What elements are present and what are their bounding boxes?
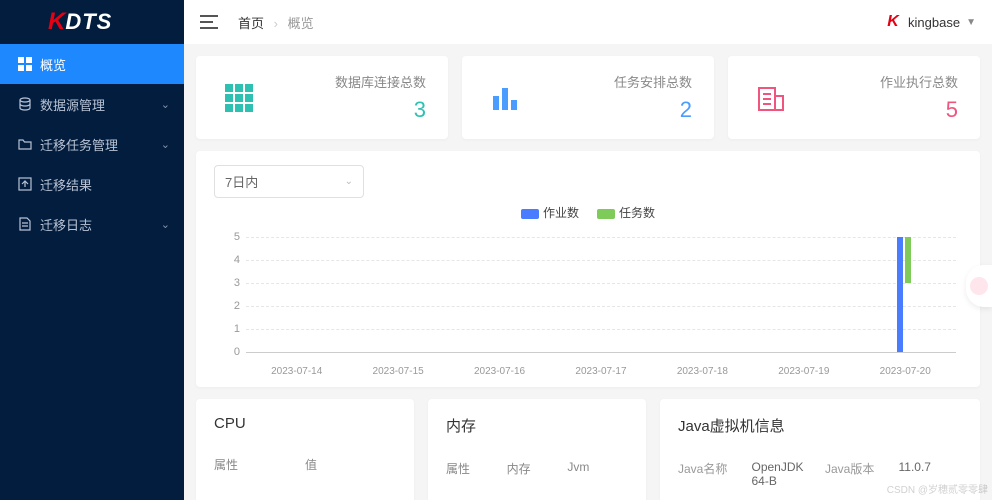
stat-value: 5 — [880, 97, 958, 123]
main: 首页 › 概览 K kingbase ▼ 数据库连接总数 3 — [184, 0, 992, 500]
y-tick-label: 3 — [228, 277, 240, 289]
side-fab[interactable] — [966, 265, 992, 307]
grid-line — [246, 260, 956, 261]
memory-card: 内存 属性 内存 Jvm — [428, 399, 646, 500]
sidebar-item-overview[interactable]: 概览 — [0, 44, 184, 84]
user-menu[interactable]: K kingbase ▼ — [884, 13, 976, 31]
card-title: CPU — [214, 415, 396, 432]
select-value: 7日内 — [225, 172, 258, 191]
chevron-down-icon: ⌄ — [345, 176, 353, 187]
x-tick-label: 2023-07-14 — [271, 366, 322, 377]
chart-card: 7日内 ⌄ 作业数 任务数 0 1 2 3 4 5 2023-07-14 2023-07-15… — [196, 151, 980, 387]
card-title: 内存 — [446, 415, 628, 436]
stat-card-jobs: 作业执行总数 5 — [728, 56, 980, 139]
stat-value: 3 — [335, 97, 426, 123]
sidebar-item-label: 概览 — [40, 55, 66, 74]
grid-line — [246, 306, 956, 307]
logo-text: DTS — [65, 9, 112, 35]
sidebar-item-label: 迁移日志 — [40, 215, 92, 234]
sidebar-item-logs[interactable]: 迁移日志 ⌄ — [0, 204, 184, 244]
x-tick-label: 2023-07-20 — [880, 366, 931, 377]
chevron-down-icon: ⌄ — [161, 98, 170, 111]
jvm-prop-label: Java版本 — [825, 460, 889, 477]
database-icon — [16, 97, 34, 111]
upload-icon — [16, 177, 34, 191]
stat-label: 任务安排总数 — [614, 72, 692, 91]
x-tick-label: 2023-07-18 — [677, 366, 728, 377]
chevron-down-icon: ⌄ — [161, 138, 170, 151]
x-tick-label: 2023-07-16 — [474, 366, 525, 377]
breadcrumb-home[interactable]: 首页 — [238, 16, 264, 31]
bars-icon — [484, 77, 526, 119]
jvm-prop-value: OpenJDK 64-B — [752, 460, 816, 488]
logo-k: K — [48, 8, 65, 36]
jvm-card: Java虚拟机信息 Java名称 OpenJDK 64-B Java版本 11.… — [660, 399, 980, 500]
menu-toggle-icon[interactable] — [200, 15, 218, 29]
sidebar-item-tasks[interactable]: 迁移任务管理 ⌄ — [0, 124, 184, 164]
x-tick-label: 2023-07-19 — [778, 366, 829, 377]
folder-icon — [16, 138, 34, 150]
col-header: 属性 — [214, 456, 305, 473]
grid-line — [246, 329, 956, 330]
y-tick-label: 0 — [228, 346, 240, 358]
grid-line — [246, 237, 956, 238]
x-labels: 2023-07-14 2023-07-15 2023-07-16 2023-07-17… — [246, 366, 956, 377]
brand-k-icon: K — [884, 13, 902, 31]
bar-group — [897, 237, 911, 352]
sidebar-item-label: 迁移结果 — [40, 175, 92, 194]
cpu-card: CPU 属性 值 — [196, 399, 414, 500]
stat-value: 2 — [614, 97, 692, 123]
stat-label: 作业执行总数 — [880, 72, 958, 91]
content: 数据库连接总数 3 任务安排总数 2 — [184, 44, 992, 500]
building-icon — [750, 77, 792, 119]
breadcrumb-sep: › — [274, 16, 278, 31]
sidebar: K DTS 概览 数据源管理 ⌄ 迁移任务管理 — [0, 0, 184, 500]
chart-area: 0123452023-07-142023-07-152023-07-162023… — [228, 227, 956, 377]
sidebar-item-results[interactable]: 迁移结果 — [0, 164, 184, 204]
bottom-row: CPU 属性 值 内存 属性 内存 Jvm Java虚拟机信息 — [196, 399, 980, 500]
username: kingbase — [908, 15, 960, 30]
caret-down-icon: ▼ — [966, 17, 976, 28]
nav: 概览 数据源管理 ⌄ 迁移任务管理 ⌄ 迁移结果 — [0, 44, 184, 500]
x-tick-label: 2023-07-15 — [373, 366, 424, 377]
dashboard-icon — [16, 57, 34, 71]
col-header: Jvm — [567, 460, 628, 477]
y-tick-label: 2 — [228, 300, 240, 312]
jvm-prop-value: 11.0.7 — [899, 460, 963, 474]
bar — [905, 237, 911, 283]
sidebar-item-datasource[interactable]: 数据源管理 ⌄ — [0, 84, 184, 124]
y-tick-label: 5 — [228, 231, 240, 243]
col-header: 值 — [305, 456, 396, 473]
legend-item-jobs[interactable]: 作业数 — [521, 204, 579, 221]
time-range-select[interactable]: 7日内 ⌄ — [214, 165, 364, 198]
card-title: Java虚拟机信息 — [678, 415, 962, 436]
logo: K DTS — [0, 0, 184, 44]
legend-item-tasks[interactable]: 任务数 — [597, 204, 655, 221]
stat-row: 数据库连接总数 3 任务安排总数 2 — [196, 56, 980, 139]
col-header: 属性 — [446, 460, 507, 477]
grid-line — [246, 283, 956, 284]
x-tick-label: 2023-07-17 — [575, 366, 626, 377]
y-tick-label: 1 — [228, 323, 240, 335]
breadcrumb-current: 概览 — [288, 16, 314, 31]
breadcrumb: 首页 › 概览 — [238, 13, 314, 32]
chart-legend: 作业数 任务数 — [214, 204, 962, 221]
jvm-prop-label: Java名称 — [678, 460, 742, 477]
grid-line — [246, 352, 956, 353]
bar — [897, 237, 903, 352]
chevron-down-icon: ⌄ — [161, 218, 170, 231]
col-header: 内存 — [507, 460, 568, 477]
topbar: 首页 › 概览 K kingbase ▼ — [184, 0, 992, 44]
stat-label: 数据库连接总数 — [335, 72, 426, 91]
y-tick-label: 4 — [228, 254, 240, 266]
fab-icon — [970, 277, 988, 295]
sidebar-item-label: 迁移任务管理 — [40, 135, 118, 154]
document-icon — [16, 217, 34, 231]
sidebar-item-label: 数据源管理 — [40, 95, 105, 114]
stat-card-tasks: 任务安排总数 2 — [462, 56, 714, 139]
stat-card-connections: 数据库连接总数 3 — [196, 56, 448, 139]
grid-icon — [218, 77, 260, 119]
